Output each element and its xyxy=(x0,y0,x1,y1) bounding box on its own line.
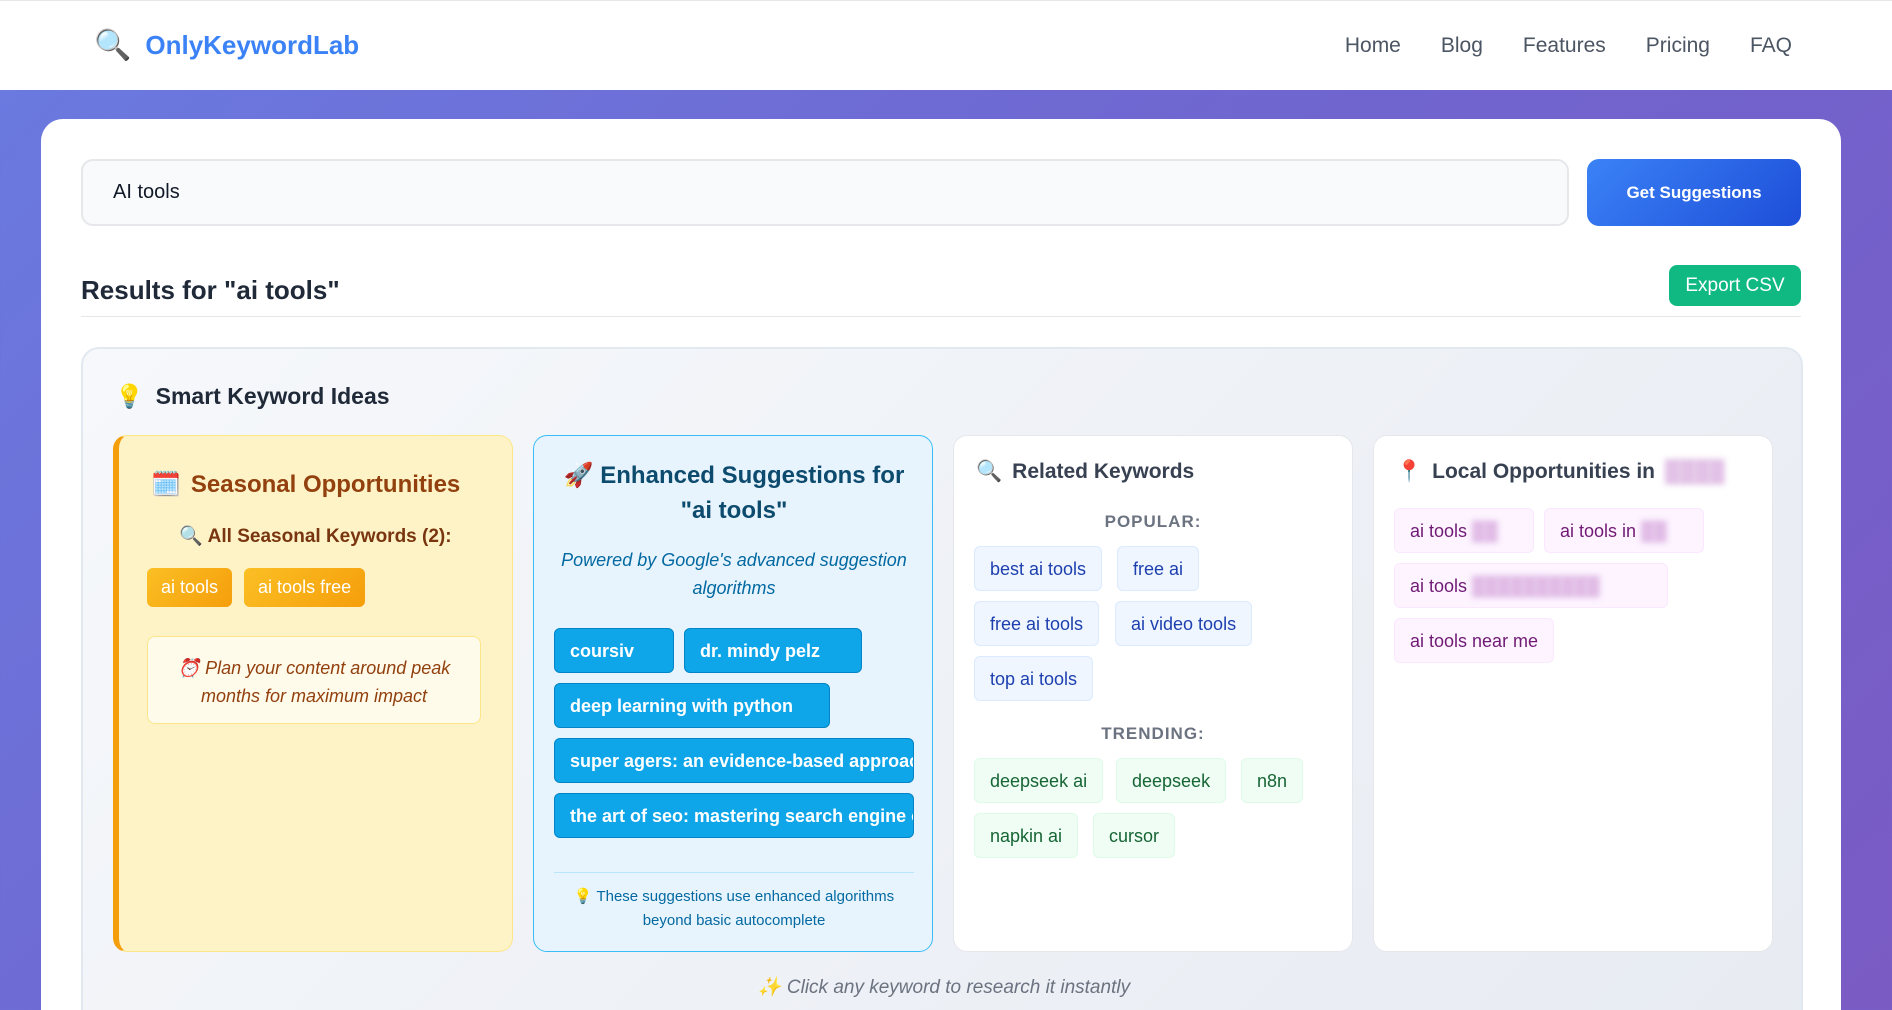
results-title: Results for "ai tools" xyxy=(81,275,340,305)
seasonal-title: 🗓️ Seasonal Opportunities xyxy=(151,470,460,499)
keyword-tag[interactable]: ai tools xyxy=(147,568,233,607)
seasonal-subtitle: 🔍 All Seasonal Keywords (2): xyxy=(119,524,512,548)
nav-blog[interactable]: Blog xyxy=(1441,34,1483,58)
ideas-title: 💡 Smart Keyword Ideas xyxy=(115,383,390,410)
magnifier-icon: 🔍 xyxy=(179,526,204,547)
local-opportunities-card: 📍 Local Opportunities in ████ ai tools █… xyxy=(1373,435,1773,952)
brand-name[interactable]: OnlyKeywordLab xyxy=(145,30,359,61)
export-csv-button[interactable]: Export CSV xyxy=(1669,265,1801,306)
keyword-tag[interactable]: deepseek xyxy=(1116,758,1227,803)
keyword-tag[interactable]: ai tools near me xyxy=(1394,618,1555,663)
enhanced-footnote: 💡 These suggestions use enhanced algorit… xyxy=(554,872,914,933)
keyword-tag[interactable]: ai tools ██ xyxy=(1394,508,1534,553)
keyword-tag-text: ai tools in xyxy=(1560,521,1637,541)
seasonal-title-text: Seasonal Opportunities xyxy=(190,470,461,498)
top-header: 🔍 OnlyKeywordLab Home Blog Features Pric… xyxy=(0,0,1892,90)
keyword-tag[interactable]: ai tools in ██ xyxy=(1544,508,1704,553)
ideas-title-text: Smart Keyword Ideas xyxy=(155,383,390,409)
redacted-location: ██ xyxy=(1472,521,1498,541)
sparkles-icon: ✨ xyxy=(757,977,782,998)
keyword-tag[interactable]: super agers: an evidence-based approac xyxy=(554,738,914,783)
keyword-tag[interactable]: top ai tools xyxy=(974,656,1094,701)
keyword-tag[interactable]: deep learning with python xyxy=(554,683,830,728)
related-title: 🔍 Related Keywords xyxy=(976,460,1194,484)
nav-features[interactable]: Features xyxy=(1523,34,1606,58)
seasonal-tags: ai tools ai tools free xyxy=(147,568,366,607)
keyword-tag-text: ai tools xyxy=(1410,576,1468,596)
keyword-search-input[interactable] xyxy=(81,159,1569,226)
trending-label: TRENDING: xyxy=(1101,724,1205,743)
calendar-icon: 🗓️ xyxy=(151,471,181,498)
keyword-tag[interactable]: n8n xyxy=(1241,758,1304,803)
related-keywords-card: 🔍 Related Keywords POPULAR: best ai tool… xyxy=(953,435,1353,952)
results-header: Results for "ai tools" Export CSV xyxy=(81,265,1801,317)
enhanced-suggestions-card: 🚀 Enhanced Suggestions for "ai tools" Po… xyxy=(533,435,933,952)
seasonal-note-text: Plan your content around peak months for… xyxy=(200,658,451,706)
keyword-tag[interactable]: napkin ai xyxy=(974,813,1079,858)
ideas-footer-text: Click any keyword to research it instant… xyxy=(786,977,1131,998)
keyword-tag[interactable]: ai video tools xyxy=(1115,601,1253,646)
local-title: 📍 Local Opportunities in ████ xyxy=(1396,460,1725,484)
brand[interactable]: 🔍 OnlyKeywordLab xyxy=(94,30,359,61)
keyword-tag[interactable]: ai tools ██████████ xyxy=(1394,563,1668,608)
map-pin-icon: 📍 xyxy=(1396,460,1423,483)
enhanced-footnote-text: These suggestions use enhanced algorithm… xyxy=(596,888,895,929)
nav-pricing[interactable]: Pricing xyxy=(1646,34,1710,58)
nav-home[interactable]: Home xyxy=(1345,34,1401,58)
redacted-location: ████ xyxy=(1665,460,1725,483)
keyword-tag[interactable]: free ai tools xyxy=(974,601,1100,646)
get-suggestions-button[interactable]: Get Suggestions xyxy=(1587,159,1801,226)
magnifier-icon: 🔍 xyxy=(976,460,1003,483)
enhanced-subtitle: Powered by Google's advanced suggestion … xyxy=(561,550,907,598)
magnifier-icon: 🔍 xyxy=(94,28,132,62)
keyword-tag[interactable]: coursiv xyxy=(554,628,674,673)
keyword-tag[interactable]: deepseek ai xyxy=(974,758,1104,803)
keyword-tag[interactable]: free ai xyxy=(1117,546,1200,591)
main-nav: Home Blog Features Pricing FAQ xyxy=(1345,34,1792,58)
seasonal-opportunities-card: 🗓️ Seasonal Opportunities 🔍 All Seasonal… xyxy=(113,435,513,952)
smart-keyword-ideas-panel: 💡 Smart Keyword Ideas 🗓️ Seasonal Opport… xyxy=(81,347,1803,1010)
popular-label: POPULAR: xyxy=(1104,512,1202,531)
keyword-tag[interactable]: the art of seo: mastering search engine … xyxy=(554,793,914,838)
related-title-text: Related Keywords xyxy=(1012,460,1195,483)
keyword-tag[interactable]: ai tools free xyxy=(244,568,366,607)
keyword-tag[interactable]: best ai tools xyxy=(974,546,1103,591)
seasonal-note: ⏰ Plan your content around peak months f… xyxy=(147,636,481,724)
lightbulb-icon: 💡 xyxy=(573,888,593,905)
keyword-tag[interactable]: cursor xyxy=(1093,813,1176,858)
enhanced-title: 🚀 Enhanced Suggestions for "ai tools" xyxy=(558,458,910,528)
main-card: Get Suggestions Results for "ai tools" E… xyxy=(41,119,1841,1010)
alarm-clock-icon: ⏰ xyxy=(177,658,201,678)
enhanced-title-text: Enhanced Suggestions for "ai tools" xyxy=(600,462,905,524)
local-title-text: Local Opportunities in xyxy=(1432,460,1655,483)
rocket-icon: 🚀 xyxy=(563,462,594,489)
keyword-tag-text: ai tools xyxy=(1410,521,1468,541)
keyword-tag[interactable]: dr. mindy pelz xyxy=(684,628,862,673)
redacted-location: ██ xyxy=(1641,521,1667,541)
lightbulb-icon: 💡 xyxy=(115,383,144,409)
ideas-footer: ✨ Click any keyword to research it insta… xyxy=(83,975,1805,999)
search-row: Get Suggestions xyxy=(81,159,1801,226)
nav-faq[interactable]: FAQ xyxy=(1750,34,1792,58)
seasonal-subtitle-text: All Seasonal Keywords (2): xyxy=(207,526,452,547)
redacted-location: ██████████ xyxy=(1472,576,1600,596)
